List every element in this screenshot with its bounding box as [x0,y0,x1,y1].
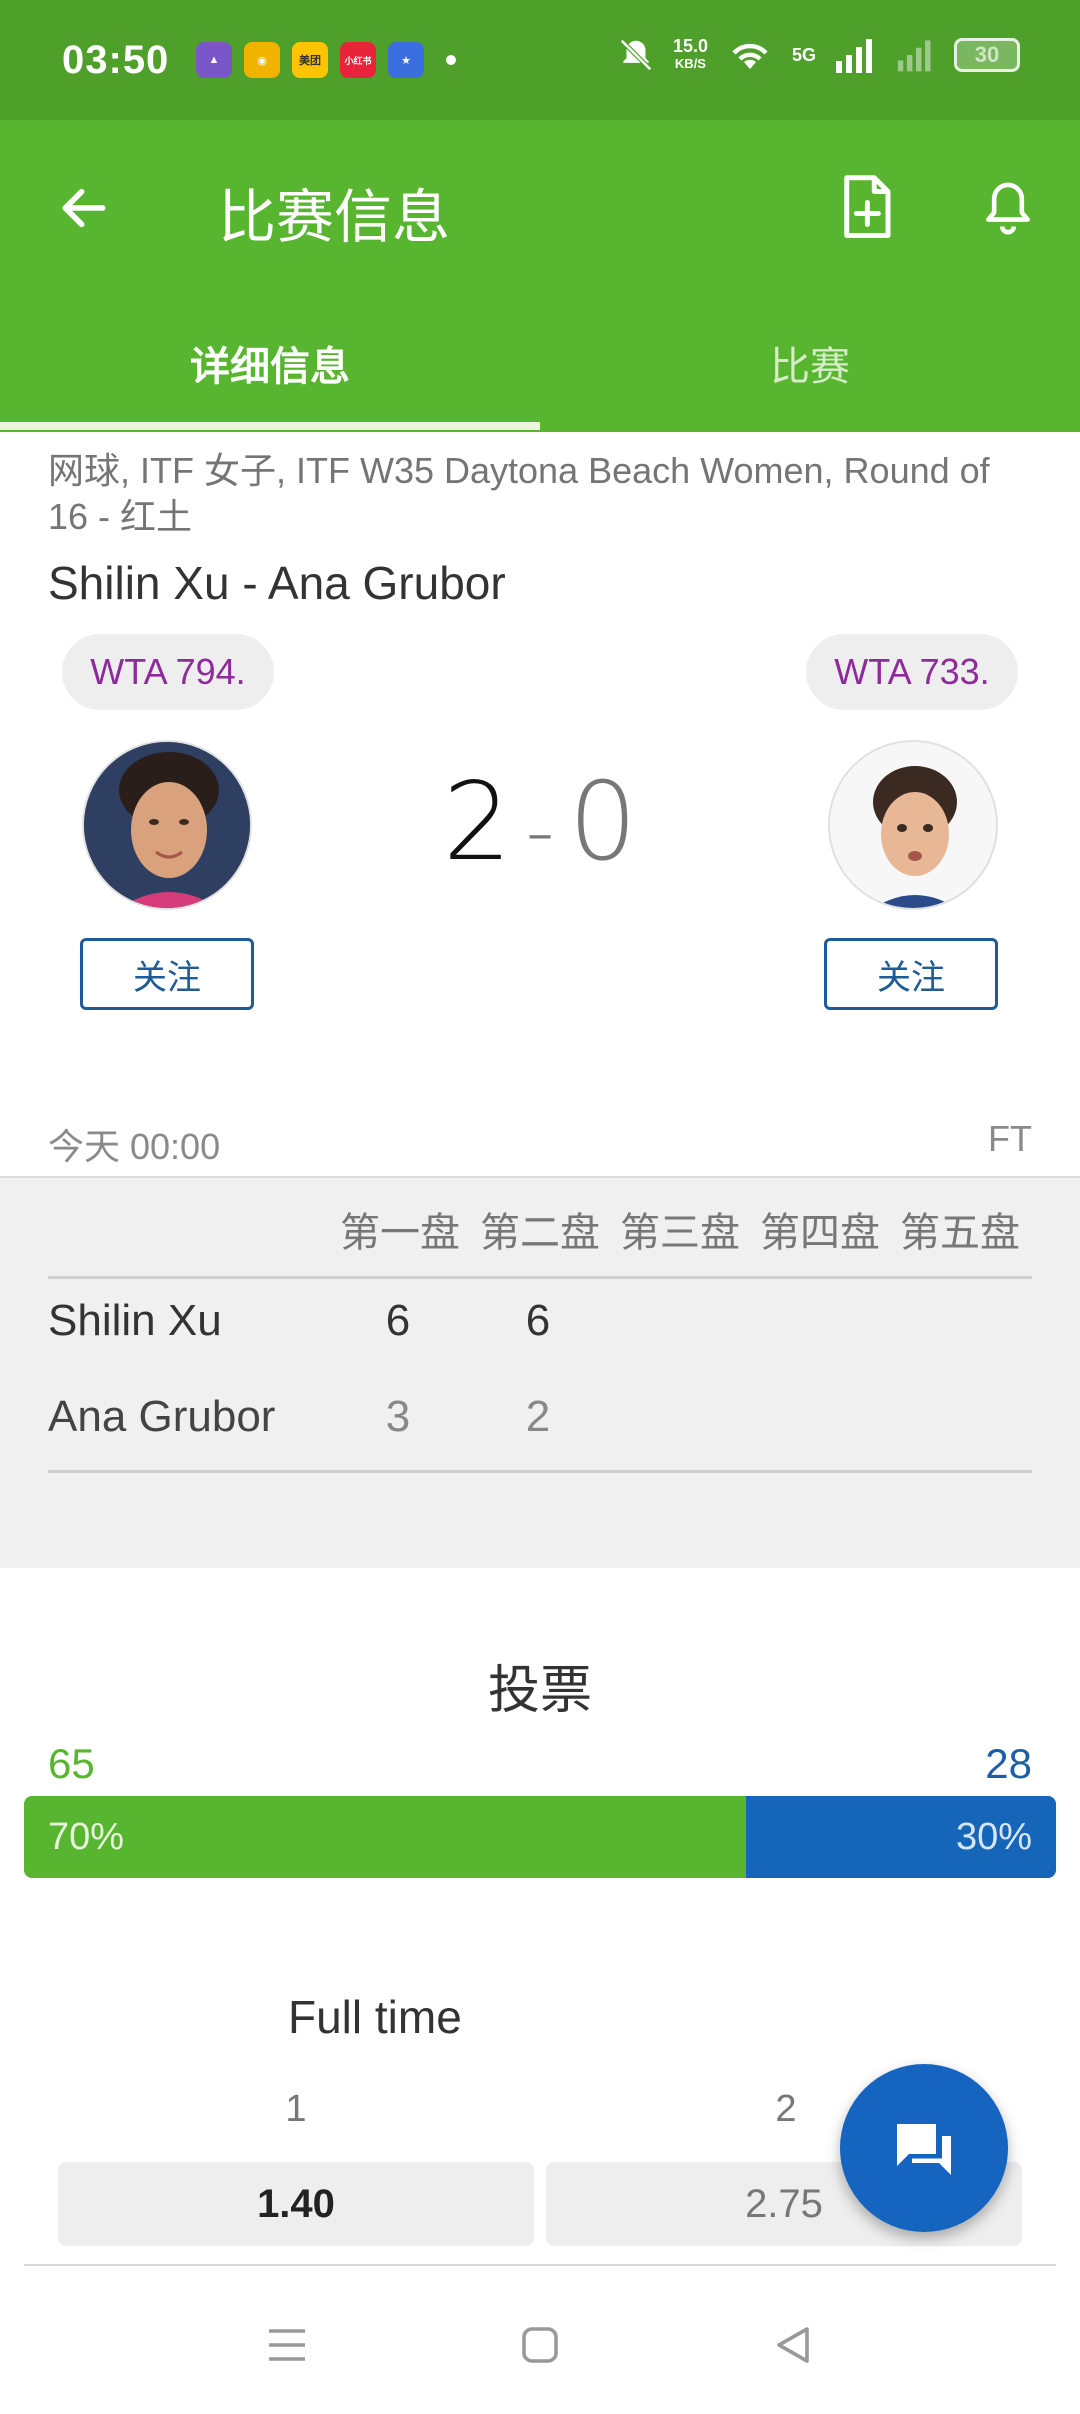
signal-2-icon [897,40,931,72]
net-speed: 15.0 KB/S [673,37,708,73]
star-app-icon: ★ [388,42,424,78]
meituan-icon: 美团 [292,42,328,78]
divider [24,2264,1056,2266]
away-player-photo [830,742,996,908]
match-date: 今天 00:00 [48,1126,221,1167]
score-separator: - [525,785,555,878]
match-status: FT [988,1118,1032,1159]
home-rank-badge[interactable]: WTA 794. [62,634,274,710]
menu-icon [268,2329,305,2361]
notification-button[interactable] [970,170,1046,246]
vote-bar: 70% 30% [24,1796,1056,1878]
sets-header: 第一盘 第二盘 第三盘 第四盘 第五盘 [330,1200,1030,1258]
back-button[interactable] [48,172,120,244]
match-time-row: 今天 00:00 FT [48,1118,1032,1170]
tab-bar: 详细信息 比赛 [0,312,1080,432]
home-vote-count: 65 [48,1740,95,1787]
divider [48,1470,1032,1473]
set-header-1: 第一盘 [340,1211,460,1255]
away-vote-count: 28 [985,1740,1032,1787]
network-type: 5G [791,44,816,65]
arrow-left-icon [62,188,106,228]
away-player-avatar[interactable] [828,740,998,910]
notification-icons: ▲ ◉ 美团 小红书 ★ [196,42,456,78]
nav-home-button[interactable] [500,2305,580,2385]
file-add-icon [844,175,891,238]
more-notifications-dot [446,55,456,65]
square-icon [522,2327,558,2363]
home-player-avatar[interactable] [82,740,252,910]
add-to-calendar-button[interactable] [828,168,904,248]
net-speed-value: 15.0 [672,36,708,56]
tab-details[interactable]: 详细信息 [0,312,540,432]
status-time: 03:50 [62,38,170,82]
set-header-3: 第三盘 [620,1211,740,1255]
nav-back-button[interactable] [753,2305,833,2385]
mute-bell-icon [620,39,652,71]
nav-menu-button[interactable] [247,2305,327,2385]
weibo-icon: ◉ [244,42,280,78]
xiaohongshu-icon: 小红书 [340,42,376,78]
chat-icon [897,2124,951,2175]
signal-icon [836,39,872,73]
odds-title: Full time [288,1991,462,2043]
status-bar: 03:50 ▲ ◉ 美团 小红书 ★ 15.0 KB/S 5G 30 [0,0,1080,120]
tab-indicator [0,422,540,430]
vote-home-button[interactable]: 70% [24,1796,747,1878]
set-header-2: 第二盘 [480,1211,600,1255]
page-title: 比赛信息 [218,185,451,250]
battery-icon: 30 [954,38,1020,72]
odds-label-home: 1 [285,2088,307,2130]
status-right: 15.0 KB/S 5G 30 [617,36,1020,74]
bell-icon [986,182,1030,235]
game-app-icon: ▲ [196,42,232,78]
divider [48,1276,1032,1279]
follow-away-button[interactable]: 关注 [824,938,998,1010]
match-score: 2-0 [380,760,700,885]
away-score: 0 [568,760,638,885]
tournament-meta: 网球, ITF 女子, ITF W35 Daytona Beach Women,… [48,450,990,537]
match-title: Shilin Xu - Ana Grubor [48,557,506,609]
triangle-back-icon [777,2327,810,2363]
app-bar: 比赛信息 详细信息 比赛 [0,120,1080,432]
system-nav-bar [0,2276,1080,2414]
sets-table: 第一盘 第二盘 第三盘 第四盘 第五盘 Shilin Xu 6 6 Ana Gr… [0,1176,1080,1568]
set-row-player: Shilin Xu [48,1296,222,1345]
vote-title: 投票 [487,1662,592,1720]
tab-match[interactable]: 比赛 [540,312,1080,432]
chat-fab-button[interactable] [840,2064,1008,2232]
wifi-icon [732,43,768,69]
away-rank-badge[interactable]: WTA 733. [806,634,1018,710]
home-score: 2 [442,760,512,885]
net-speed-unit: KB/S [674,56,706,71]
set-score: 6 [385,1296,411,1345]
set-header-5: 第五盘 [900,1211,1020,1255]
follow-home-button[interactable]: 关注 [80,938,254,1010]
set-score: 3 [385,1392,411,1441]
odds-home-button[interactable]: 1.40 [58,2162,534,2246]
set-score: 6 [525,1296,551,1345]
set-row-player: Ana Grubor [48,1392,276,1441]
set-header-4: 第四盘 [760,1211,880,1255]
home-player-photo [84,742,250,908]
vote-away-button[interactable]: 30% [746,1796,1056,1878]
set-score: 2 [525,1392,551,1441]
